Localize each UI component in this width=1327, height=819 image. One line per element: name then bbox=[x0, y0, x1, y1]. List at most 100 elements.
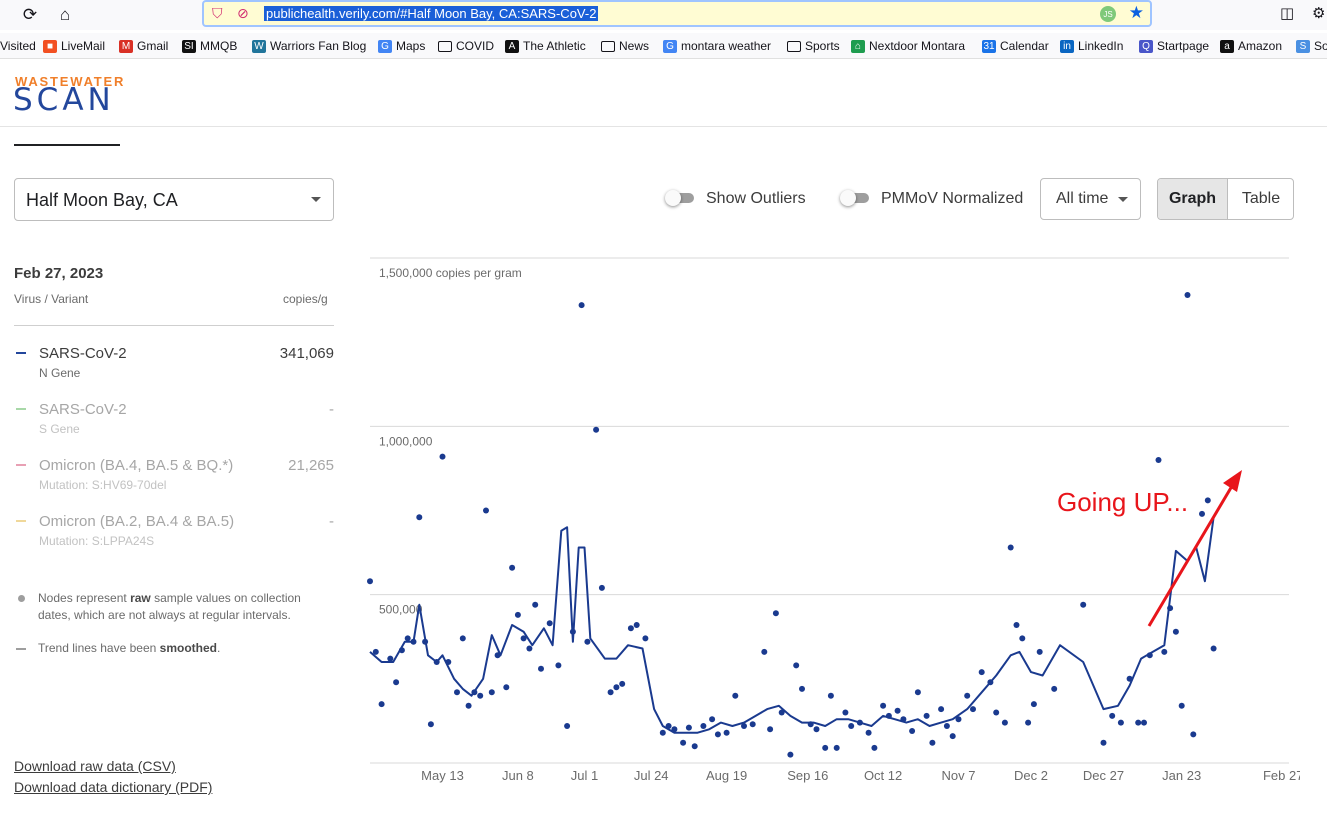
table-view-button[interactable]: Table bbox=[1228, 179, 1293, 219]
bookmark-gmail[interactable]: M Gmail bbox=[119, 39, 168, 53]
data-point[interactable] bbox=[471, 689, 478, 696]
variant-row[interactable]: Omicron (BA.2, BA.4 & BA.5) Mutation: S:L… bbox=[14, 513, 334, 557]
data-point[interactable] bbox=[393, 679, 400, 686]
data-point[interactable] bbox=[607, 689, 614, 696]
bookmark-covid[interactable]: ▭ COVID bbox=[438, 39, 494, 53]
data-point[interactable] bbox=[1126, 675, 1133, 682]
data-point[interactable] bbox=[923, 712, 930, 719]
data-point[interactable] bbox=[833, 744, 840, 751]
pocket-icon[interactable]: ◫ bbox=[1280, 4, 1294, 22]
variant-row[interactable]: Omicron (BA.4, BA.5 & BQ.*) Mutation: S:H… bbox=[14, 457, 334, 501]
data-point[interactable] bbox=[978, 669, 985, 676]
data-point[interactable] bbox=[993, 709, 1000, 716]
data-point[interactable] bbox=[714, 731, 721, 738]
data-point[interactable] bbox=[778, 709, 785, 716]
data-point[interactable] bbox=[1030, 701, 1037, 708]
data-point[interactable] bbox=[741, 723, 747, 729]
data-point[interactable] bbox=[938, 706, 945, 713]
bookmark-sports[interactable]: ▭ Sports bbox=[787, 39, 840, 53]
data-point[interactable] bbox=[619, 680, 626, 687]
data-point[interactable] bbox=[900, 716, 907, 723]
data-point[interactable] bbox=[593, 426, 600, 433]
variant-row[interactable]: SARS-CoV-2 S Gene - bbox=[14, 401, 334, 445]
bookmark-the-athletic[interactable]: A The Athletic bbox=[505, 39, 586, 53]
data-point[interactable] bbox=[880, 702, 887, 709]
data-point[interactable] bbox=[894, 707, 901, 714]
data-point[interactable] bbox=[509, 564, 516, 571]
data-point[interactable] bbox=[885, 712, 892, 719]
bookmark-news[interactable]: ▭ News bbox=[601, 39, 649, 53]
data-point[interactable] bbox=[914, 689, 921, 696]
data-point[interactable] bbox=[848, 723, 855, 729]
data-point[interactable] bbox=[613, 684, 620, 691]
location-select[interactable]: Half Moon Bay, CA bbox=[14, 178, 334, 221]
variant-row[interactable]: SARS-CoV-2 N Gene 341,069 bbox=[14, 345, 334, 389]
data-point[interactable] bbox=[822, 744, 829, 751]
data-point[interactable] bbox=[987, 679, 994, 686]
data-point[interactable] bbox=[1167, 605, 1174, 612]
data-point[interactable] bbox=[1155, 457, 1162, 463]
data-point[interactable] bbox=[680, 739, 687, 746]
data-point[interactable] bbox=[807, 721, 814, 728]
data-point[interactable] bbox=[526, 645, 533, 652]
graph-view-button[interactable]: Graph bbox=[1158, 179, 1228, 219]
data-point[interactable] bbox=[564, 723, 571, 729]
data-point[interactable] bbox=[749, 721, 756, 728]
data-point[interactable] bbox=[454, 689, 460, 696]
address-bar[interactable]: ⛉ ⊘ publichealth.verily.com/#Half Moon B… bbox=[202, 0, 1152, 27]
data-point[interactable] bbox=[1036, 648, 1043, 655]
data-point[interactable] bbox=[842, 709, 849, 716]
data-point[interactable] bbox=[433, 659, 440, 665]
data-point[interactable] bbox=[709, 716, 716, 723]
settings-gear-icon[interactable]: ⚙ bbox=[1312, 4, 1325, 22]
data-point[interactable] bbox=[404, 635, 411, 642]
data-point[interactable] bbox=[642, 635, 649, 642]
data-point[interactable] bbox=[1100, 739, 1107, 746]
data-point[interactable] bbox=[387, 655, 394, 662]
home-icon[interactable]: ⌂ bbox=[53, 3, 77, 27]
data-point[interactable] bbox=[970, 706, 976, 713]
data-point[interactable] bbox=[732, 692, 739, 699]
bookmark-calendar[interactable]: 31 Calendar bbox=[982, 39, 1049, 53]
data-point[interactable] bbox=[1161, 648, 1168, 655]
data-point[interactable] bbox=[685, 724, 692, 731]
data-point[interactable] bbox=[465, 702, 472, 709]
reload-icon[interactable]: ⟳ bbox=[18, 3, 42, 27]
data-point[interactable] bbox=[1210, 645, 1217, 652]
data-point[interactable] bbox=[416, 514, 423, 521]
data-point[interactable] bbox=[367, 578, 373, 585]
data-point[interactable] bbox=[1135, 719, 1142, 726]
data-point[interactable] bbox=[584, 638, 591, 645]
data-point[interactable] bbox=[378, 701, 385, 708]
bookmark-mmqb[interactable]: SI MMQB bbox=[182, 39, 237, 53]
data-point[interactable] bbox=[799, 685, 805, 692]
bookmark-linkedin[interactable]: in LinkedIn bbox=[1060, 39, 1123, 53]
pmmov-normalized-toggle[interactable] bbox=[840, 190, 870, 206]
data-point[interactable] bbox=[723, 729, 730, 736]
data-point[interactable] bbox=[871, 744, 878, 751]
data-point[interactable] bbox=[964, 692, 971, 699]
data-point[interactable] bbox=[1146, 652, 1153, 659]
data-point[interactable] bbox=[1080, 601, 1087, 608]
data-point[interactable] bbox=[514, 611, 521, 618]
data-point[interactable] bbox=[813, 726, 820, 733]
data-point[interactable] bbox=[700, 723, 707, 729]
bookmark-visited[interactable]: Visited bbox=[0, 39, 36, 53]
data-point[interactable] bbox=[627, 625, 634, 632]
bookmark-nextdoor-montara[interactable]: ⌂ Nextdoor Montara bbox=[851, 39, 965, 53]
data-point[interactable] bbox=[427, 721, 434, 728]
data-point[interactable] bbox=[520, 635, 527, 642]
bookmark-montara-weather[interactable]: Gmontara weather bbox=[663, 39, 771, 53]
bookmark-livemail[interactable]: ■ LiveMail bbox=[43, 39, 105, 53]
data-point[interactable] bbox=[445, 659, 452, 665]
time-range-select[interactable]: All time bbox=[1040, 178, 1141, 220]
data-point[interactable] bbox=[691, 743, 698, 750]
show-outliers-toggle[interactable] bbox=[665, 190, 695, 206]
bookmark-star-icon[interactable]: ★ bbox=[1129, 3, 1144, 23]
data-point[interactable] bbox=[578, 302, 585, 309]
wastewater-chart[interactable]: 1,500,000 copies per gram 1,000,000 500,00… bbox=[360, 250, 1300, 795]
bookmark-maps[interactable]: G Maps bbox=[378, 39, 425, 53]
data-point[interactable] bbox=[494, 652, 501, 659]
data-point[interactable] bbox=[546, 620, 553, 627]
data-point[interactable] bbox=[1172, 628, 1179, 635]
